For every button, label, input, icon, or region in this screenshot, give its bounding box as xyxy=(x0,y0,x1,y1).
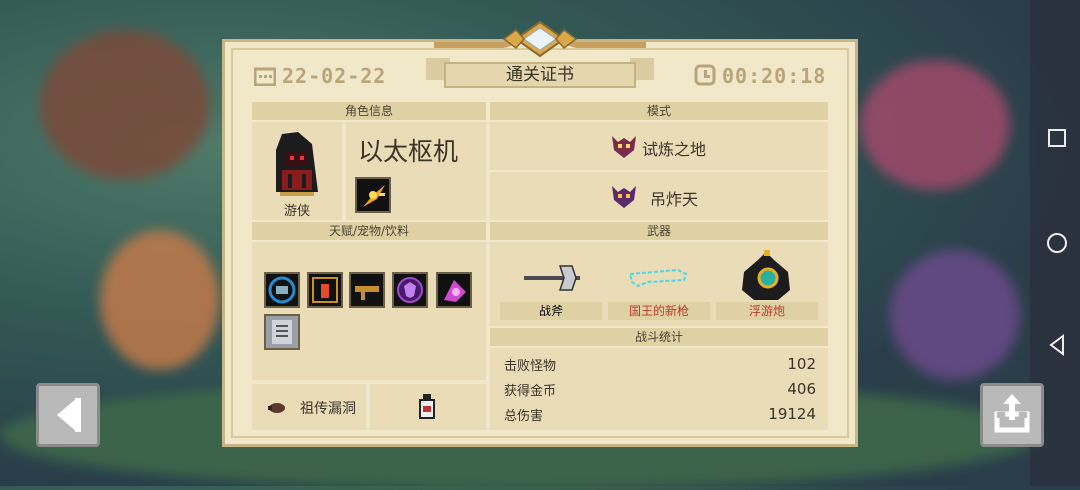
bug-label: 祖传漏洞 xyxy=(300,401,356,417)
character-class-label: 游侠 xyxy=(283,204,310,219)
certificate-title: 通关证书 xyxy=(444,62,636,88)
back-nav-icon[interactable] xyxy=(1046,334,1068,356)
mode-name: 试炼之地 xyxy=(642,140,707,159)
stat-value: 406 xyxy=(787,380,816,398)
kings-new-gun-icon xyxy=(628,268,688,288)
stat-row: 总伤害 19124 xyxy=(504,405,816,424)
hooded-character-icon xyxy=(276,132,318,196)
mode-section-header: 模式 xyxy=(490,102,828,120)
battle-axe-icon xyxy=(524,265,580,291)
calendar-icon xyxy=(254,67,276,86)
floating-cannon-icon xyxy=(742,250,790,300)
bg-blob xyxy=(100,230,220,370)
weapons-section-header: 武器 xyxy=(490,222,828,240)
stat-value: 102 xyxy=(787,355,816,373)
talent-scroll-icon[interactable] xyxy=(264,314,300,350)
arrow-left-icon xyxy=(57,398,81,432)
character-section-header: 角色信息 xyxy=(252,102,486,120)
extras-panel xyxy=(252,242,486,380)
trial-demon-icon xyxy=(612,136,636,158)
share-icon xyxy=(994,394,1030,433)
weapon-label: 战斧 xyxy=(500,302,602,320)
certificate-date: 22-02-22 xyxy=(282,64,387,88)
clear-time: 00:20:18 xyxy=(722,64,827,88)
mode-name: 吊炸天 xyxy=(650,190,699,209)
recent-apps-icon[interactable] xyxy=(1046,128,1068,150)
beetle-icon xyxy=(268,403,285,413)
character-name: 以太枢机 xyxy=(358,137,459,166)
talent-gun-icon[interactable] xyxy=(349,272,385,308)
talent-purple-shield-icon[interactable] xyxy=(392,272,428,308)
stats-section-header: 战斗统计 xyxy=(490,328,828,346)
stat-row: 击败怪物 102 xyxy=(504,355,816,374)
stat-value: 19124 xyxy=(768,405,816,423)
talent-potion-icon[interactable] xyxy=(307,272,343,308)
stat-label: 获得金币 xyxy=(504,384,557,399)
bg-blob xyxy=(40,30,210,180)
bg-blob xyxy=(860,60,1010,190)
drink-bottle-icon xyxy=(419,394,435,419)
diamond-ornament-icon xyxy=(434,20,646,58)
extras-section-header: 天赋/宠物/饮料 xyxy=(252,222,486,240)
home-icon[interactable] xyxy=(1046,232,1068,254)
talent-shield-icon[interactable] xyxy=(264,272,300,308)
back-button[interactable] xyxy=(36,383,100,447)
share-button[interactable] xyxy=(980,383,1044,447)
stat-row: 获得金币 406 xyxy=(504,380,816,399)
bg-blob xyxy=(890,250,1020,380)
badass-demon-icon xyxy=(612,186,636,208)
stat-label: 击败怪物 xyxy=(504,359,557,374)
weapon-label: 国王的新枪 xyxy=(608,302,710,320)
talent-magic-icon[interactable] xyxy=(436,272,472,308)
skill-icon xyxy=(355,177,391,213)
clock-icon xyxy=(694,64,716,86)
weapon-label: 浮游炮 xyxy=(716,302,818,320)
stat-label: 总伤害 xyxy=(504,409,544,424)
